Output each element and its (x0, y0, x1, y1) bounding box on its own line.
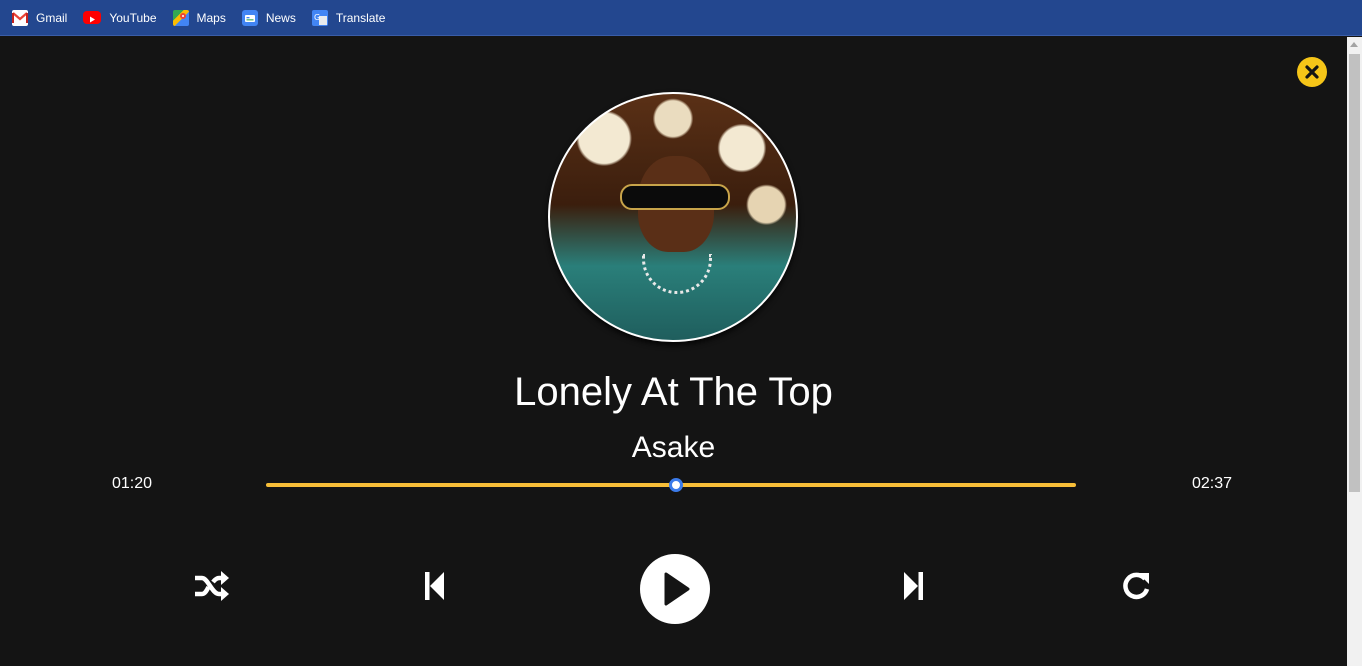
bookmark-label: Maps (196, 10, 226, 25)
play-button[interactable] (640, 554, 710, 624)
close-icon (1305, 65, 1319, 79)
bookmarks-bar: Gmail YouTube Maps News G Translate (0, 0, 1362, 36)
bookmark-label: Translate (335, 10, 386, 25)
scrollbar-thumb[interactable] (1349, 54, 1360, 492)
cover-chain (642, 254, 712, 294)
previous-icon (425, 572, 444, 600)
scroll-up-arrow-icon[interactable] (1350, 42, 1358, 47)
current-time: 01:20 (112, 475, 153, 492)
previous-button[interactable] (420, 569, 448, 603)
bookmark-label: News (265, 10, 296, 25)
shuffle-icon (195, 571, 229, 601)
bookmark-news[interactable]: News (241, 9, 296, 26)
progress-knob[interactable] (668, 478, 683, 492)
youtube-icon (83, 11, 102, 24)
svg-text:G: G (314, 13, 320, 22)
album-cover (548, 92, 798, 342)
next-button[interactable] (900, 569, 928, 603)
repeat-button[interactable] (1118, 569, 1154, 603)
bookmark-gmail[interactable]: Gmail (12, 9, 68, 26)
bookmark-label: Gmail (36, 10, 68, 25)
translate-icon: G (311, 9, 328, 26)
close-button[interactable] (1297, 57, 1327, 87)
music-player: Lonely At The Top Asake 01:20 02:37 (0, 37, 1347, 666)
bookmark-translate[interactable]: G Translate (311, 9, 386, 26)
duration: 02:37 (1192, 475, 1233, 492)
progress-bar[interactable] (266, 478, 1076, 492)
news-icon (241, 9, 258, 26)
repeat-icon (1123, 572, 1150, 600)
bookmark-maps[interactable]: Maps (172, 9, 226, 26)
song-title: Lonely At The Top (514, 370, 833, 414)
bookmark-youtube[interactable]: YouTube (83, 10, 157, 25)
next-icon (904, 572, 923, 600)
gmail-icon (12, 9, 28, 26)
shuffle-button[interactable] (192, 569, 230, 603)
cover-sunglasses (620, 184, 730, 210)
artist-name: Asake (631, 431, 716, 464)
scrollbar[interactable] (1347, 37, 1362, 666)
play-icon (664, 572, 690, 606)
maps-icon (172, 9, 189, 26)
bookmark-label: YouTube (109, 10, 157, 25)
